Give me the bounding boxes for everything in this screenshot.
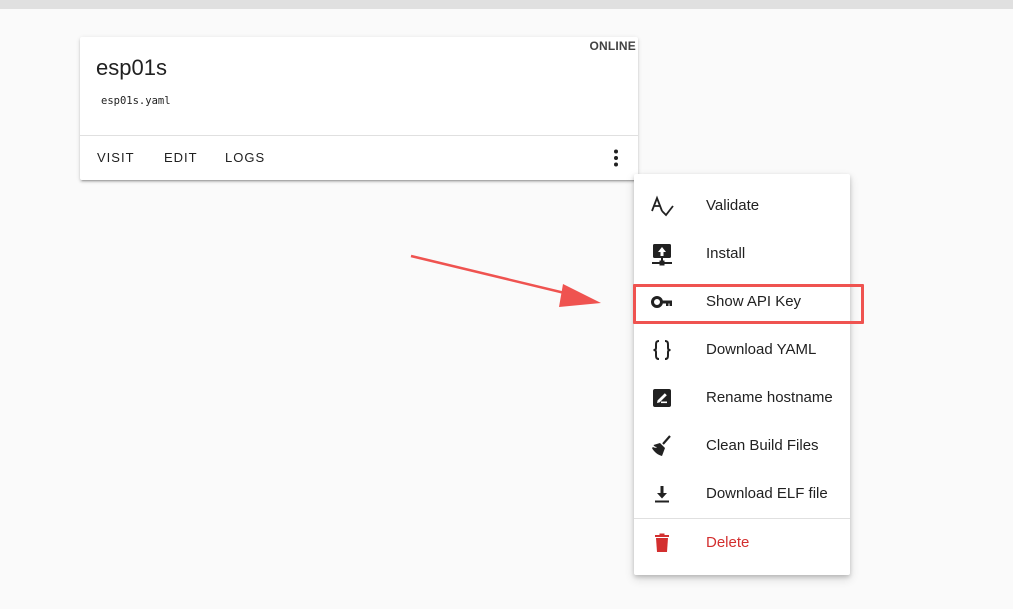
menu-item-download-elf-file[interactable]: Download ELF file bbox=[634, 470, 850, 518]
menu-item-label: Install bbox=[706, 245, 746, 262]
menu-item-rename-hostname[interactable]: Rename hostname bbox=[634, 374, 850, 422]
logs-button[interactable]: LOGS bbox=[221, 136, 269, 180]
top-bar bbox=[0, 0, 1013, 9]
spellcheck-icon bbox=[651, 195, 674, 217]
menu-item-install[interactable]: Install bbox=[634, 230, 850, 278]
upload-network-icon bbox=[652, 244, 672, 266]
menu-item-label: Clean Build Files bbox=[706, 437, 819, 454]
broom-icon bbox=[652, 435, 671, 456]
annotation-arrow bbox=[410, 254, 601, 307]
delete-icon bbox=[655, 533, 669, 552]
card-actions: VISIT EDIT LOGS bbox=[80, 136, 638, 180]
menu-item-download-yaml[interactable]: Download YAML bbox=[634, 326, 850, 374]
overflow-menu-button[interactable] bbox=[604, 146, 628, 170]
menu-item-label: Download YAML bbox=[706, 341, 817, 358]
menu-item-label: Rename hostname bbox=[706, 389, 833, 406]
code-braces-icon bbox=[653, 340, 671, 360]
menu-item-delete[interactable]: Delete bbox=[634, 519, 850, 567]
visit-button[interactable]: VISIT bbox=[93, 136, 139, 180]
status-badge: ONLINE bbox=[589, 39, 636, 53]
menu-item-clean-build-files[interactable]: Clean Build Files bbox=[634, 422, 850, 470]
annotation-highlight-box bbox=[633, 284, 864, 324]
config-filename: esp01s.yaml bbox=[101, 95, 171, 107]
menu-item-label: Validate bbox=[706, 197, 760, 214]
menu-item-label: Download ELF file bbox=[706, 485, 828, 502]
edit-button[interactable]: EDIT bbox=[160, 136, 202, 180]
menu-item-label: Delete bbox=[706, 534, 750, 551]
dots-vertical-icon bbox=[614, 149, 618, 167]
device-actions-menu: Validate Install Show API Key Download Y… bbox=[634, 174, 850, 575]
rename-box-icon bbox=[653, 389, 671, 407]
device-name: esp01s bbox=[96, 55, 167, 80]
download-icon bbox=[655, 486, 669, 503]
menu-item-validate[interactable]: Validate bbox=[634, 182, 850, 230]
device-card: ONLINE esp01s esp01s.yaml VISIT EDIT LOG… bbox=[80, 37, 638, 180]
